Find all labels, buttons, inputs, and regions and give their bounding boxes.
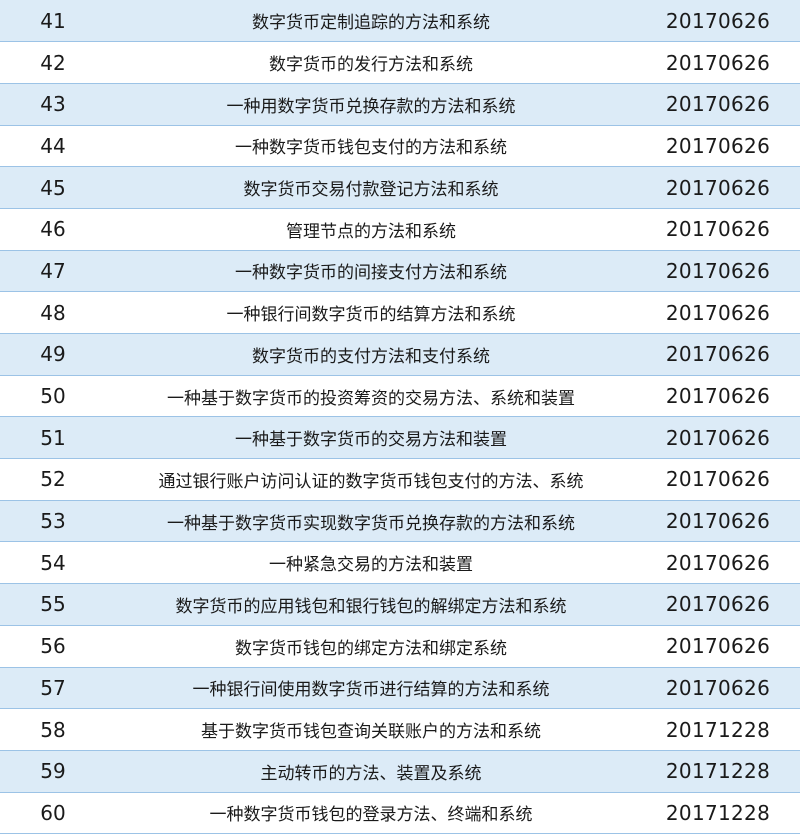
patent-table: 41 数字货币定制追踪的方法和系统 20170626 42 数字货币的发行方法和系统 20… [0, 0, 800, 834]
patent-title-cell: 一种银行间数字货币的结算方法和系统 [106, 291, 636, 334]
table-row: 47 一种数字货币的间接支付方法和系统 20170626 [0, 250, 800, 293]
filing-date-cell: 20170626 [636, 500, 800, 543]
filing-date-cell: 20170626 [636, 0, 800, 43]
filing-date-cell: 20170626 [636, 667, 800, 710]
patent-title-cell: 数字货币的支付方法和支付系统 [106, 333, 636, 376]
patent-title-cell: 一种基于数字货币的投资筹资的交易方法、系统和装置 [106, 375, 636, 418]
filing-date-cell: 20171228 [636, 708, 800, 751]
filing-date-cell: 20170626 [636, 291, 800, 334]
filing-date-cell: 20170626 [636, 458, 800, 501]
table-row: 45 数字货币交易付款登记方法和系统 20170626 [0, 166, 800, 209]
table-row: 52 通过银行账户访问认证的数字货币钱包支付的方法、系统 20170626 [0, 458, 800, 501]
row-number-cell: 50 [0, 375, 106, 418]
row-number-cell: 47 [0, 250, 106, 293]
table-row: 57 一种银行间使用数字货币进行结算的方法和系统 20170626 [0, 667, 800, 710]
table-row: 49 数字货币的支付方法和支付系统 20170626 [0, 333, 800, 376]
table-row: 50 一种基于数字货币的投资筹资的交易方法、系统和装置 20170626 [0, 375, 800, 418]
filing-date-cell: 20170626 [636, 125, 800, 168]
patent-title-cell: 数字货币交易付款登记方法和系统 [106, 166, 636, 209]
filing-date-cell: 20170626 [636, 375, 800, 418]
row-number-cell: 60 [0, 792, 106, 834]
patent-title-cell: 一种数字货币钱包支付的方法和系统 [106, 125, 636, 168]
patent-title-cell: 一种基于数字货币实现数字货币兑换存款的方法和系统 [106, 500, 636, 543]
row-number-cell: 42 [0, 41, 106, 84]
filing-date-cell: 20170626 [636, 166, 800, 209]
row-number-cell: 54 [0, 541, 106, 585]
table-row: 43 一种用数字货币兑换存款的方法和系统 20170626 [0, 83, 800, 126]
table-row: 53 一种基于数字货币实现数字货币兑换存款的方法和系统 20170626 [0, 500, 800, 543]
patent-title-cell: 一种数字货币的间接支付方法和系统 [106, 250, 636, 293]
row-number-cell: 49 [0, 333, 106, 376]
row-number-cell: 41 [0, 0, 106, 43]
row-number-cell: 56 [0, 625, 106, 668]
row-number-cell: 43 [0, 83, 106, 126]
filing-date-cell: 20170626 [636, 208, 800, 251]
patent-title-cell: 数字货币的发行方法和系统 [106, 41, 636, 84]
table-row: 48 一种银行间数字货币的结算方法和系统 20170626 [0, 291, 800, 334]
table-row: 46 管理节点的方法和系统 20170626 [0, 208, 800, 251]
table-row: 59 主动转币的方法、装置及系统 20171228 [0, 750, 800, 793]
filing-date-cell: 20170626 [636, 83, 800, 126]
table-row: 56 数字货币钱包的绑定方法和绑定系统 20170626 [0, 625, 800, 668]
filing-date-cell: 20170626 [636, 625, 800, 668]
row-number-cell: 44 [0, 125, 106, 168]
patent-title-cell: 数字货币钱包的绑定方法和绑定系统 [106, 625, 636, 668]
table-row: 58 基于数字货币钱包查询关联账户的方法和系统 20171228 [0, 708, 800, 751]
patent-title-cell: 数字货币的应用钱包和银行钱包的解绑定方法和系统 [106, 583, 636, 626]
patent-title-cell: 一种用数字货币兑换存款的方法和系统 [106, 83, 636, 126]
filing-date-cell: 20170626 [636, 41, 800, 84]
row-number-cell: 59 [0, 750, 106, 793]
patent-title-cell: 数字货币定制追踪的方法和系统 [106, 0, 636, 43]
row-number-cell: 57 [0, 667, 106, 710]
filing-date-cell: 20170626 [636, 333, 800, 376]
table-row: 55 数字货币的应用钱包和银行钱包的解绑定方法和系统 20170626 [0, 583, 800, 626]
table-row: 44 一种数字货币钱包支付的方法和系统 20170626 [0, 125, 800, 168]
table-row: 41 数字货币定制追踪的方法和系统 20170626 [0, 0, 800, 43]
filing-date-cell: 20170626 [636, 416, 800, 460]
patent-table-body: 41 数字货币定制追踪的方法和系统 20170626 42 数字货币的发行方法和系统 20… [0, 0, 800, 834]
patent-title-cell: 基于数字货币钱包查询关联账户的方法和系统 [106, 708, 636, 751]
row-number-cell: 52 [0, 458, 106, 501]
filing-date-cell: 20170626 [636, 583, 800, 626]
patent-title-cell: 一种数字货币钱包的登录方法、终端和系统 [106, 792, 636, 834]
row-number-cell: 53 [0, 500, 106, 543]
patent-title-cell: 一种基于数字货币的交易方法和装置 [106, 416, 636, 460]
row-number-cell: 48 [0, 291, 106, 334]
patent-title-cell: 管理节点的方法和系统 [106, 208, 636, 251]
row-number-cell: 46 [0, 208, 106, 251]
patent-title-cell: 主动转币的方法、装置及系统 [106, 750, 636, 793]
row-number-cell: 55 [0, 583, 106, 626]
patent-title-cell: 一种银行间使用数字货币进行结算的方法和系统 [106, 667, 636, 710]
filing-date-cell: 20171228 [636, 792, 800, 834]
filing-date-cell: 20170626 [636, 541, 800, 585]
table-row: 51 一种基于数字货币的交易方法和装置 20170626 [0, 416, 800, 460]
row-number-cell: 51 [0, 416, 106, 460]
row-number-cell: 58 [0, 708, 106, 751]
table-row: 60 一种数字货币钱包的登录方法、终端和系统 20171228 [0, 792, 800, 834]
patent-title-cell: 一种紧急交易的方法和装置 [106, 541, 636, 585]
filing-date-cell: 20171228 [636, 750, 800, 793]
table-row: 42 数字货币的发行方法和系统 20170626 [0, 41, 800, 84]
patent-title-cell: 通过银行账户访问认证的数字货币钱包支付的方法、系统 [106, 458, 636, 501]
table-row: 54 一种紧急交易的方法和装置 20170626 [0, 541, 800, 585]
filing-date-cell: 20170626 [636, 250, 800, 293]
row-number-cell: 45 [0, 166, 106, 209]
